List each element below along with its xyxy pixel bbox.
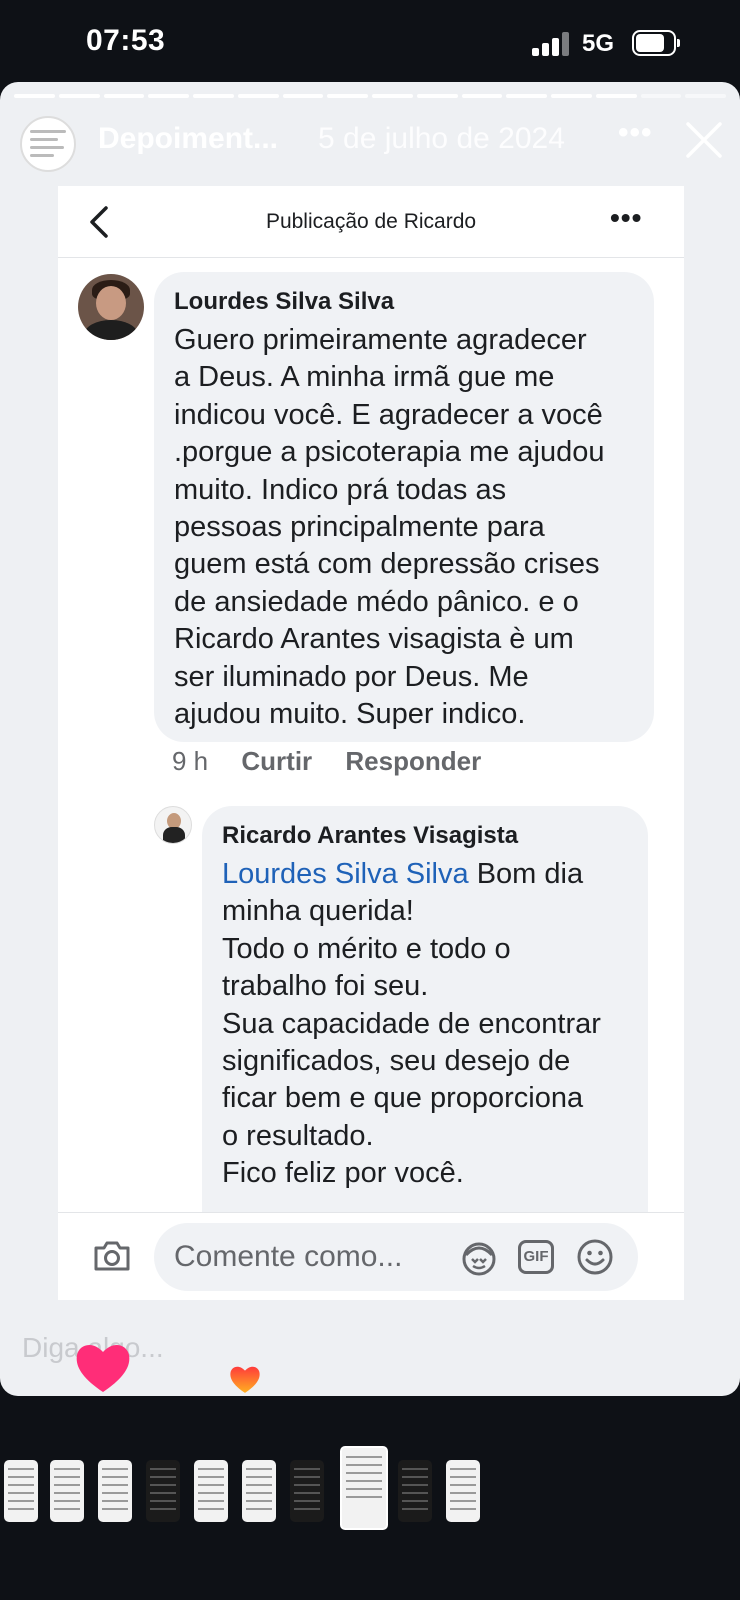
progress-segment (193, 94, 234, 98)
comment-bubble: Lourdes Silva Silva Guero primeiramente … (154, 272, 654, 742)
close-icon[interactable] (684, 120, 724, 160)
avatar[interactable] (154, 806, 192, 844)
story-date: 5 de julho de 2024 (318, 122, 565, 155)
comment-line: guem está com depressão crises (174, 548, 600, 581)
story-thumbnail[interactable] (194, 1460, 228, 1522)
avatar[interactable] (78, 274, 144, 340)
clock: 07:53 (86, 24, 166, 57)
more-horizontal-icon[interactable]: ••• (610, 202, 642, 234)
post-screenshot: Publicação de Ricardo ••• Lourdes Silva … (58, 186, 684, 1294)
like-button[interactable]: Curtir (241, 746, 312, 776)
story-thumbnail[interactable] (398, 1460, 432, 1522)
comment-line: Sua capacidade de encontrar (222, 1007, 601, 1040)
comment-time: 9 h (172, 746, 209, 776)
comment-line: ser iluminado por Deus. Me (174, 660, 529, 693)
comment-line: a Deus. A minha irmã gue me (174, 361, 555, 394)
status-bar: 07:53 5G (0, 0, 740, 86)
comment-text: Lourdes Silva Silva Bom dia minha querid… (222, 856, 642, 1193)
progress-segment (685, 94, 726, 98)
avatar-sticker-icon[interactable] (460, 1239, 498, 1277)
comment-line: Lourdes Silva Silva Bom dia (222, 856, 642, 893)
gif-icon[interactable]: GIF (518, 1240, 554, 1274)
comment-line: de ansiedade médo pânico. e o (174, 585, 579, 618)
comment-line: Fico feliz por você. (222, 1157, 464, 1190)
story-progress (14, 94, 726, 98)
progress-segment (416, 94, 458, 98)
progress-segment (58, 94, 100, 98)
story-thumbnail[interactable] (242, 1460, 276, 1522)
comment-line-rest: Bom dia (468, 858, 584, 890)
story-thumbnail[interactable] (50, 1460, 84, 1522)
comment-line: Todo o mérito e todo o (222, 932, 511, 965)
progress-segment (640, 94, 682, 98)
story-thumbnail[interactable] (4, 1460, 38, 1522)
progress-segment (595, 94, 637, 98)
comment-line: trabalho foi seu. (222, 970, 429, 1003)
comment-line: pessoas principalmente para (174, 511, 545, 544)
progress-segment (282, 94, 324, 98)
comment-line: indicou você. E agradecer a você (174, 398, 603, 431)
signal-strength-icon (532, 32, 570, 56)
story-thumbnail-strip (0, 1446, 740, 1538)
story-header: Depoiment... 5 de julho de 2024 ••• (0, 108, 740, 178)
comment-input[interactable]: Comente como... GIF (154, 1223, 638, 1291)
post-title: Publicação de Ricardo (265, 210, 477, 233)
comment-line: o resultado. (222, 1119, 374, 1152)
progress-segment (372, 94, 413, 98)
comment-line: ajudou muito. Super indico. (174, 698, 526, 731)
story-title[interactable]: Depoiment... (98, 122, 278, 156)
story-card[interactable]: Depoiment... 5 de julho de 2024 ••• Publ… (0, 82, 740, 1396)
comment-author[interactable]: Lourdes Silva Silva (174, 288, 394, 316)
progress-segment (506, 94, 547, 98)
story-thumbnail[interactable] (446, 1460, 480, 1522)
story-avatar[interactable] (20, 116, 76, 172)
emoji-icon[interactable] (576, 1238, 614, 1276)
comment-line: Ricardo Arantes visagista è um (174, 623, 574, 656)
comment-line: Guero primeiramente agradecer (174, 324, 587, 356)
mention-link[interactable]: Lourdes Silva Silva (222, 858, 469, 890)
progress-segment (14, 94, 55, 98)
network-label: 5G (582, 30, 615, 57)
camera-icon[interactable] (92, 1239, 132, 1273)
comment-author[interactable]: Ricardo Arantes Visagista (222, 822, 518, 850)
progress-segment (103, 94, 145, 98)
comment-line: significados, seu desejo de (222, 1045, 571, 1078)
post-topbar: Publicação de Ricardo ••• (58, 186, 684, 258)
progress-segment (327, 94, 368, 98)
progress-segment (551, 94, 592, 98)
story-thumbnail[interactable] (290, 1460, 324, 1522)
comment-actions: 9 h Curtir Responder (172, 746, 507, 777)
progress-segment (148, 94, 189, 98)
comment-bar: Comente como... GIF (58, 1212, 684, 1300)
comment-line: minha querida! (222, 895, 414, 928)
comment-text: Guero primeiramente agradecer a Deus. A m… (174, 322, 644, 733)
battery-icon (632, 30, 680, 56)
heart-icon (228, 1364, 262, 1394)
heart-icon[interactable] (74, 1340, 132, 1394)
reply-button[interactable]: Responder (345, 746, 481, 776)
story-thumbnail[interactable] (340, 1446, 388, 1530)
story-thumbnail[interactable] (98, 1460, 132, 1522)
more-horizontal-icon[interactable]: ••• (618, 116, 653, 150)
comment-line: muito. Indico prá todas as (174, 473, 507, 506)
comment-line: .porgue a psicoterapia me ajudou (174, 436, 605, 469)
progress-segment (237, 94, 279, 98)
comment-placeholder: Comente como... (174, 1240, 403, 1273)
progress-segment (461, 94, 503, 98)
comment-line: ficar bem e que proporciona (222, 1082, 584, 1115)
story-thumbnail[interactable] (146, 1460, 180, 1522)
